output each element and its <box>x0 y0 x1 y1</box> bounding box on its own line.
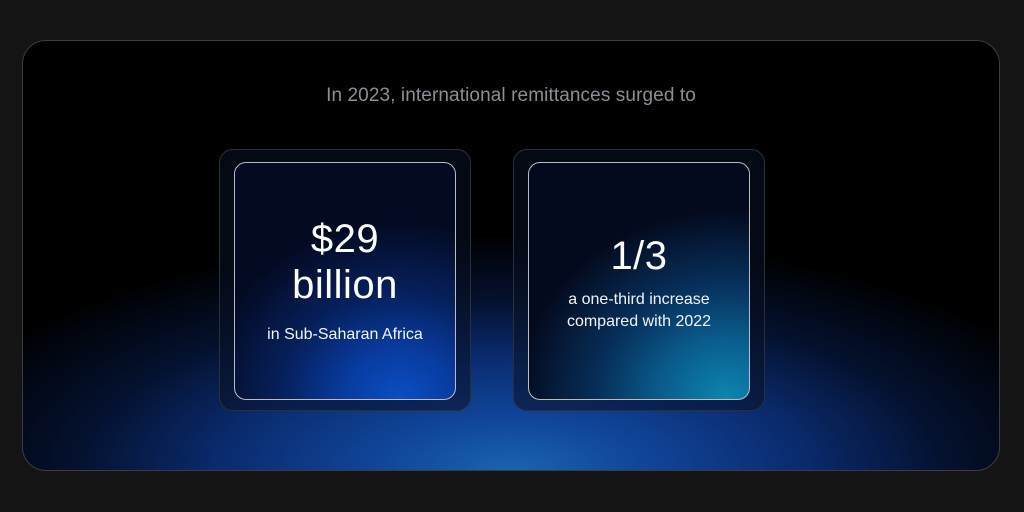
stat-card-inner: 1/3 a one-third increase compared with 2… <box>528 162 750 400</box>
stat-value: $29 billion <box>292 216 398 308</box>
stat-value: 1/3 <box>610 234 668 278</box>
stat-card-inner: $29 billion in Sub-Saharan Africa <box>234 162 456 400</box>
stat-value-line-2: billion <box>292 263 398 307</box>
stat-caption: in Sub-Saharan Africa <box>267 326 423 343</box>
headline: In 2023, international remittances surge… <box>326 85 696 106</box>
stat-card-remittance-amount: $29 billion in Sub-Saharan Africa <box>219 149 471 411</box>
stat-caption: a one-third increase compared with 2022 <box>566 291 712 330</box>
infographic-panel: In 2023, international remittances surge… <box>22 40 1000 471</box>
stat-card-increase: 1/3 a one-third increase compared with 2… <box>513 149 765 411</box>
stat-value-line-1: $29 <box>310 217 380 261</box>
